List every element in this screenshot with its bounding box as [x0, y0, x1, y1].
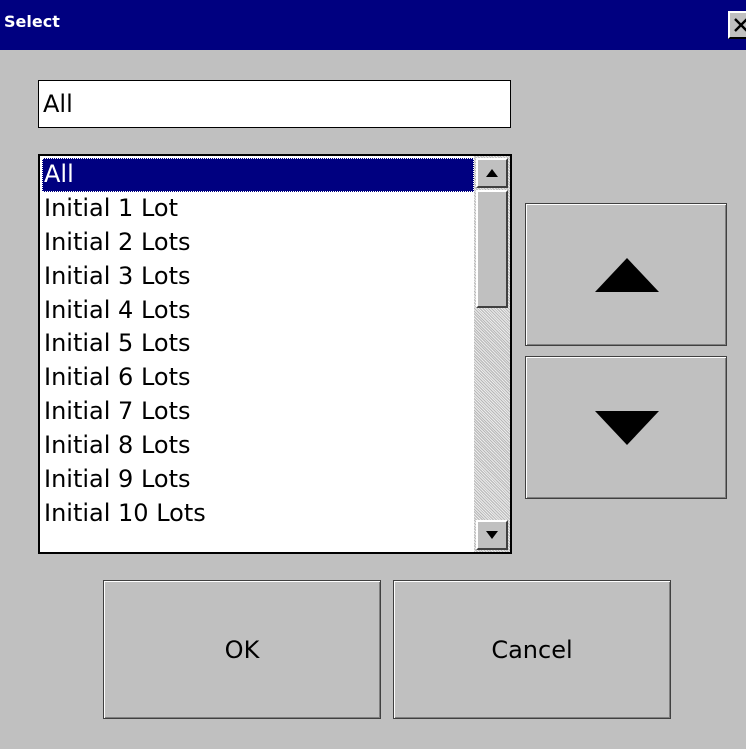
selection-listbox[interactable]: All Initial 1 Lot Initial 2 Lots Initial…	[38, 154, 512, 554]
ok-button-label: OK	[224, 635, 260, 664]
vertical-scrollbar[interactable]	[474, 156, 510, 552]
scroll-down-arrow-icon	[486, 531, 498, 539]
list-item[interactable]: Initial 4 Lots	[42, 294, 474, 328]
list-item[interactable]: Initial 3 Lots	[42, 260, 474, 294]
list-item[interactable]: Initial 1 Lot	[42, 192, 474, 226]
scroll-up-button[interactable]	[476, 158, 508, 188]
list-item[interactable]: Initial 6 Lots	[42, 361, 474, 395]
list-item[interactable]: All	[42, 158, 474, 192]
scroll-up-arrow-icon	[486, 169, 498, 177]
filter-input[interactable]: All	[38, 80, 511, 128]
cancel-button[interactable]: Cancel	[393, 580, 671, 719]
cancel-button-label: Cancel	[491, 635, 573, 664]
scroll-down-button[interactable]	[476, 520, 508, 550]
move-up-button[interactable]	[525, 203, 727, 346]
list-item[interactable]: Initial 10 Lots	[42, 497, 474, 531]
window-title: Select	[4, 12, 60, 31]
ok-button[interactable]: OK	[103, 580, 381, 719]
close-button[interactable]	[728, 11, 746, 39]
list-item[interactable]: Initial 9 Lots	[42, 463, 474, 497]
list-item[interactable]: Initial 2 Lots	[42, 226, 474, 260]
list-items: All Initial 1 Lot Initial 2 Lots Initial…	[42, 158, 474, 531]
list-item[interactable]: Initial 8 Lots	[42, 429, 474, 463]
close-icon	[734, 18, 746, 32]
up-triangle-icon	[595, 258, 659, 292]
down-triangle-icon	[595, 411, 659, 445]
list-item[interactable]: Initial 5 Lots	[42, 327, 474, 361]
list-item[interactable]: Initial 7 Lots	[42, 395, 474, 429]
title-bar: Select	[0, 0, 746, 50]
move-down-button[interactable]	[525, 356, 727, 499]
scroll-thumb[interactable]	[476, 190, 508, 308]
